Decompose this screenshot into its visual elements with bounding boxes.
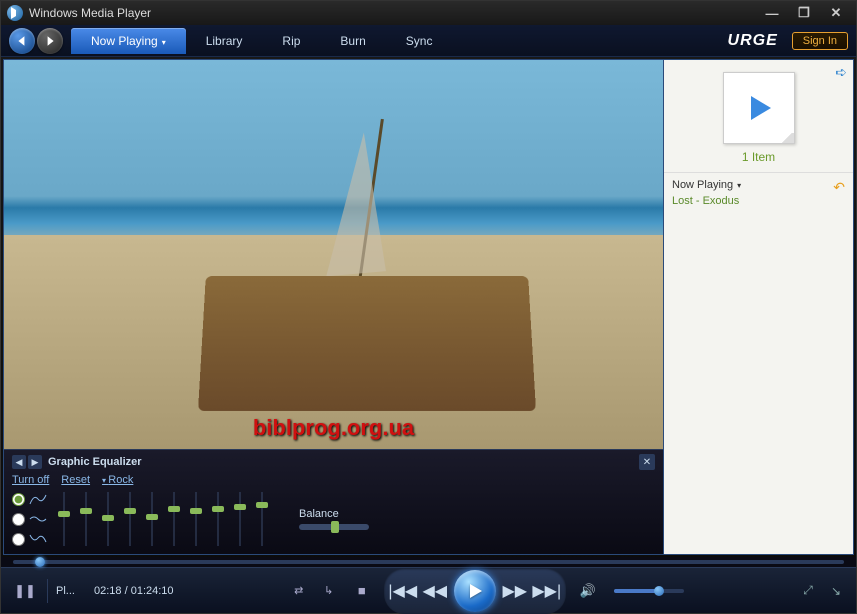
app-window: Windows Media Player — ❐ ✕ Now Playing L…: [0, 0, 857, 614]
video-column: biblprog.org.ua ◀ ▶ Graphic Equalizer ✕ …: [4, 60, 663, 554]
nav-bar: Now Playing Library Rip Burn Sync URGE S…: [1, 25, 856, 57]
maximize-button[interactable]: ❐: [790, 5, 818, 21]
eq-prev-enhancement[interactable]: ◀: [12, 455, 26, 469]
fullscreen-button[interactable]: ⤢: [798, 581, 818, 601]
playlist-pane: ➪ 1 Item ↶ Now Playing Lost - Exodus: [663, 60, 853, 554]
eq-band-4[interactable]: [123, 492, 137, 546]
seek-thumb[interactable]: [35, 557, 45, 567]
video-viewport[interactable]: biblprog.org.ua: [4, 60, 663, 449]
playlist-track-1[interactable]: Lost - Exodus: [672, 191, 845, 211]
player-controls: ❚❚ Pl... 02:18 / 01:24:10 ⇄ ↳ ■ |◀◀ ◀◀ ▶…: [1, 567, 856, 613]
minimize-button[interactable]: —: [758, 5, 786, 21]
titlebar: Windows Media Player — ❐ ✕: [1, 1, 856, 25]
tab-sync[interactable]: Sync: [386, 28, 453, 54]
eq-close-button[interactable]: ✕: [639, 454, 655, 470]
tab-burn[interactable]: Burn: [320, 28, 385, 54]
eq-band-2[interactable]: [79, 492, 93, 546]
compact-mode-button[interactable]: ↘: [826, 581, 846, 601]
next-button[interactable]: ▶▶|: [532, 578, 562, 604]
seek-bar[interactable]: [13, 560, 844, 564]
eq-preset-dropdown[interactable]: Rock: [102, 474, 133, 486]
volume-slider[interactable]: [614, 589, 684, 593]
pause-indicator-button[interactable]: ❚❚: [11, 577, 39, 605]
app-title: Windows Media Player: [29, 6, 151, 20]
time-display: 02:18 / 01:24:10: [94, 585, 174, 597]
pane-collapse-icon[interactable]: ➪: [835, 64, 847, 81]
rewind-button[interactable]: ◀◀: [420, 578, 450, 604]
eq-band-5[interactable]: [145, 492, 159, 546]
eq-balance-label: Balance: [299, 508, 369, 520]
eq-mode-radios: [12, 492, 47, 546]
back-button[interactable]: [9, 28, 35, 54]
watermark-text: biblprog.org.ua: [253, 415, 414, 441]
eq-mode-3[interactable]: [12, 532, 47, 546]
eq-mode-1[interactable]: [12, 492, 47, 506]
eq-band-8[interactable]: [211, 492, 225, 546]
mute-button[interactable]: 🔊: [574, 577, 602, 605]
eq-turnoff-link[interactable]: Turn off: [12, 474, 49, 486]
eq-band-7[interactable]: [189, 492, 203, 546]
eq-band-9[interactable]: [233, 492, 247, 546]
seek-bar-row: [1, 557, 856, 567]
play-button[interactable]: [454, 570, 496, 612]
shuffle-button[interactable]: ⇄: [288, 580, 310, 602]
eq-mode-2[interactable]: [12, 512, 47, 526]
tab-now-playing[interactable]: Now Playing: [71, 28, 186, 54]
app-icon: [7, 5, 23, 21]
undo-icon[interactable]: ↶: [833, 179, 845, 196]
tab-rip[interactable]: Rip: [262, 28, 320, 54]
playlist-item-count: 1 Item: [672, 150, 845, 164]
urge-logo[interactable]: URGE: [728, 32, 778, 50]
eq-title: Graphic Equalizer: [48, 456, 639, 468]
playback-status: Pl...: [56, 585, 86, 597]
forward-button[interactable]: [37, 28, 63, 54]
now-playing-dropdown[interactable]: Now Playing: [672, 179, 833, 191]
eq-next-enhancement[interactable]: ▶: [28, 455, 42, 469]
eq-band-6[interactable]: [167, 492, 181, 546]
eq-band-3[interactable]: [101, 492, 115, 546]
eq-band-1[interactable]: [57, 492, 71, 546]
close-button[interactable]: ✕: [822, 5, 850, 21]
eq-balance-slider[interactable]: [299, 524, 369, 530]
fast-forward-button[interactable]: ▶▶: [500, 578, 530, 604]
stop-button[interactable]: ■: [348, 577, 376, 605]
equalizer-panel: ◀ ▶ Graphic Equalizer ✕ Turn off Reset R…: [4, 449, 663, 554]
eq-reset-link[interactable]: Reset: [61, 474, 90, 486]
main-area: biblprog.org.ua ◀ ▶ Graphic Equalizer ✕ …: [3, 59, 854, 555]
signin-button[interactable]: Sign In: [792, 32, 848, 50]
transport-cluster: |◀◀ ◀◀ ▶▶ ▶▶|: [384, 568, 566, 614]
eq-band-sliders: [57, 492, 269, 546]
previous-button[interactable]: |◀◀: [388, 578, 418, 604]
repeat-button[interactable]: ↳: [318, 580, 340, 602]
now-playing-thumbnail[interactable]: [723, 72, 795, 144]
nav-tabs: Now Playing Library Rip Burn Sync: [71, 28, 714, 54]
eq-band-10[interactable]: [255, 492, 269, 546]
tab-library[interactable]: Library: [186, 28, 263, 54]
